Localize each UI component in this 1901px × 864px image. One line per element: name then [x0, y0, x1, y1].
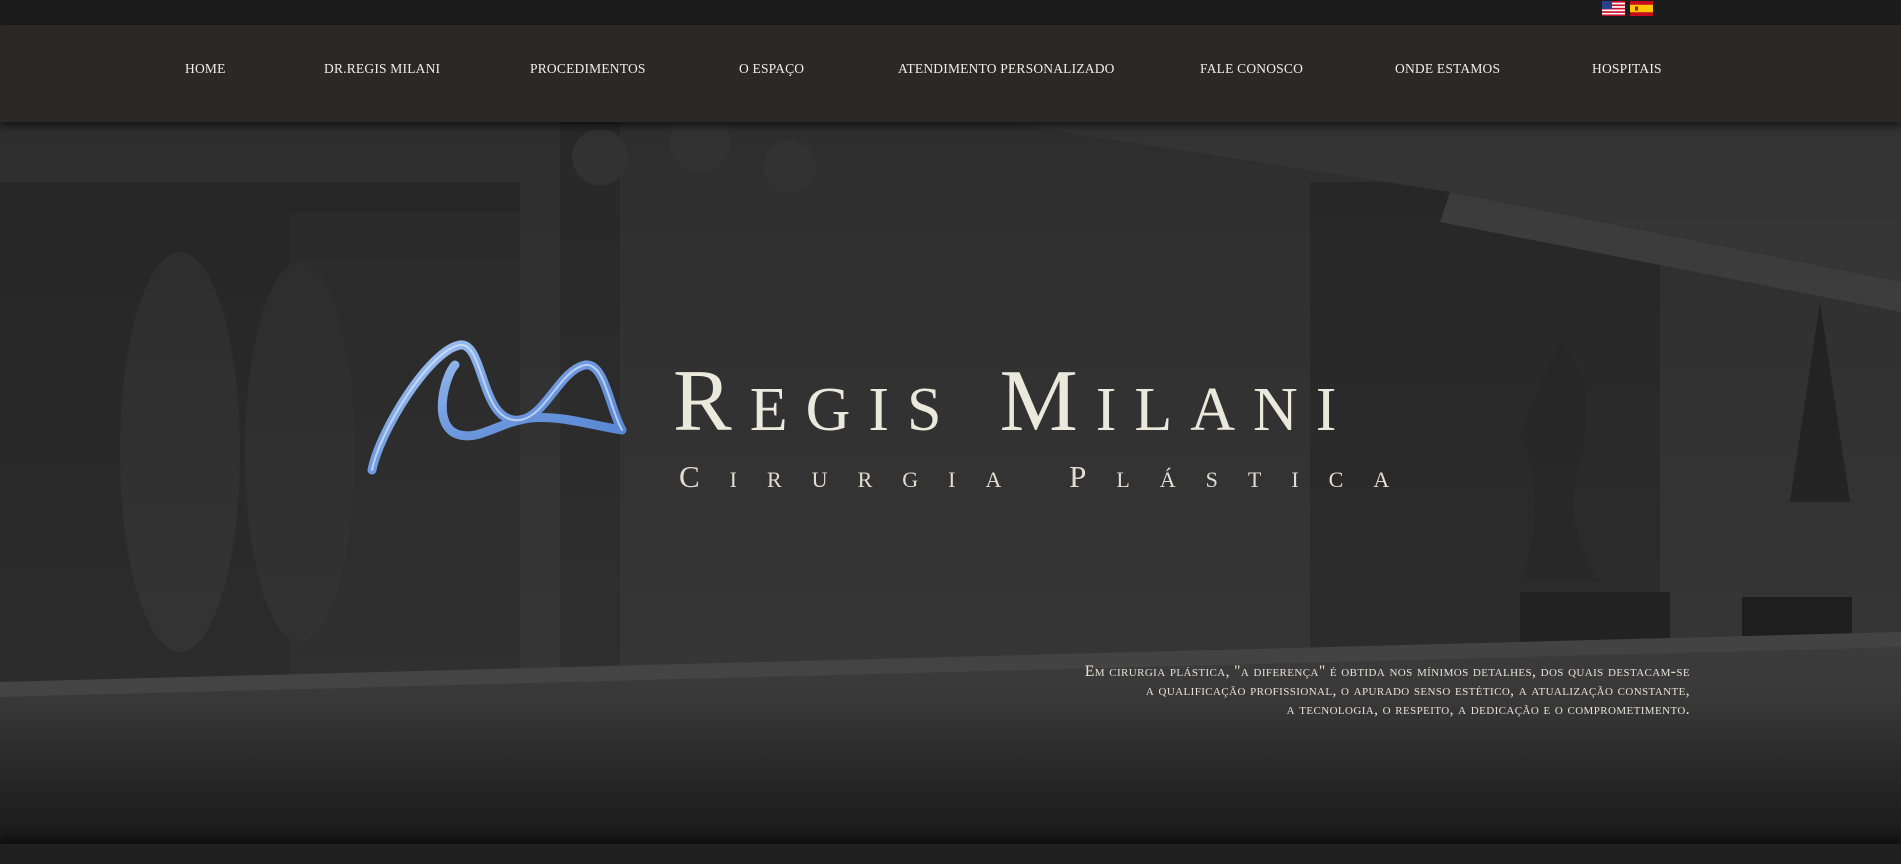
nav-item-procedimentos[interactable]: PROCEDIMENTOS [530, 61, 646, 77]
us-flag-icon[interactable] [1602, 1, 1625, 16]
main-navigation: HOME DR.REGIS MILANI PROCEDIMENTOS O ESP… [0, 25, 1901, 122]
nav-item-o-espaco[interactable]: O ESPAÇO [739, 61, 804, 77]
nav-item-home[interactable]: HOME [185, 61, 226, 77]
nav-item-onde-estamos[interactable]: ONDE ESTAMOS [1395, 61, 1500, 77]
spain-flag-icon[interactable] [1630, 1, 1653, 16]
nav-item-hospitais[interactable]: HOSPITAIS [1592, 61, 1662, 77]
brand-subtitle: Cirurgia Plástica [679, 459, 1420, 494]
wave-logo-icon [367, 340, 627, 475]
hero-tagline: Em cirurgia plástica, "a diferença" é ob… [1085, 662, 1690, 719]
nav-item-atendimento-personalizado[interactable]: ATENDIMENTO PERSONALIZADO [898, 61, 1115, 77]
footer-strip [0, 844, 1901, 864]
nav-item-dr-regis-milani[interactable]: DR.REGIS MILANI [324, 61, 440, 77]
top-bar [0, 0, 1901, 25]
tagline-line: a tecnologia, o respeito, a dedicação e … [1286, 701, 1690, 718]
tagline-line: Em cirurgia plástica, "a diferença" é ob… [1084, 663, 1690, 680]
tagline-line: a qualificação profissional, o apurado s… [1145, 682, 1690, 699]
language-switcher [1602, 1, 1653, 16]
nav-item-fale-conosco[interactable]: FALE CONOSCO [1200, 61, 1303, 77]
brand-name: Regis Milani [673, 353, 1355, 450]
